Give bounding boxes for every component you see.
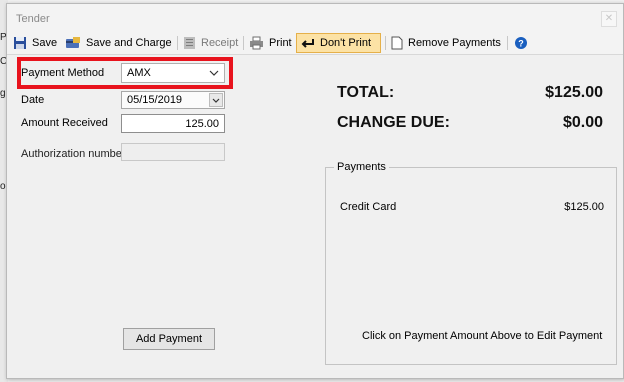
payment-row-amount[interactable]: $125.00 <box>564 201 604 213</box>
receipt-button[interactable]: Receipt <box>183 33 238 53</box>
close-button[interactable]: ✕ <box>601 11 617 27</box>
floppy-disk-icon <box>14 37 26 49</box>
title-bar: Tender ✕ <box>7 4 623 32</box>
edit-payment-hint: Click on Payment Amount Above to Edit Pa… <box>362 330 603 342</box>
document-icon <box>391 36 403 50</box>
date-label: Date <box>21 94 45 106</box>
amount-received-input[interactable]: 125.00 <box>121 114 225 133</box>
credit-card-save-icon <box>66 37 80 48</box>
save-and-charge-button[interactable]: Save and Charge <box>65 33 172 53</box>
toolbar: Save Save and Charge Receipt Print Don't… <box>7 32 623 55</box>
toolbar-separator <box>507 36 508 50</box>
save-button[interactable]: Save <box>13 33 57 53</box>
authorization-number-input[interactable] <box>121 143 225 161</box>
receipt-icon <box>184 37 195 49</box>
print-button[interactable]: Print <box>249 33 292 53</box>
dont-print-button[interactable]: Don't Print <box>296 33 381 53</box>
toolbar-separator <box>177 36 178 50</box>
date-picker[interactable]: 05/15/2019 <box>121 91 225 109</box>
change-due-label: CHANGE DUE: <box>337 114 450 131</box>
date-dropdown-icon[interactable] <box>209 93 223 107</box>
save-and-charge-label: Save and Charge <box>86 37 172 49</box>
payment-row-method: Credit Card <box>340 201 397 213</box>
payments-group-title: Payments <box>334 161 389 173</box>
close-icon: ✕ <box>604 13 614 24</box>
total-value: $125.00 <box>545 84 603 101</box>
payment-method-highlight <box>17 57 233 89</box>
window-title: Tender <box>16 13 50 25</box>
add-payment-button[interactable]: Add Payment <box>123 328 215 350</box>
receipt-label: Receipt <box>201 37 239 49</box>
help-icon: ? <box>515 37 527 49</box>
remove-payments-button[interactable]: Remove Payments <box>391 33 501 53</box>
svg-text:?: ? <box>518 39 524 49</box>
remove-payments-label: Remove Payments <box>408 37 501 49</box>
print-label: Print <box>269 37 292 49</box>
return-arrow-icon <box>301 39 314 48</box>
save-label: Save <box>32 37 58 49</box>
help-button[interactable]: ? <box>514 33 533 53</box>
payment-row[interactable]: Credit Card $125.00 <box>340 199 604 215</box>
toolbar-separator <box>243 36 244 50</box>
amount-received-value: 125.00 <box>185 117 219 130</box>
authorization-number-label: Authorization number <box>21 148 126 160</box>
change-due-value: $0.00 <box>562 114 603 131</box>
tender-dialog: Tender ✕ Save Save and Charge Receipt Pr… <box>6 3 624 379</box>
toolbar-separator <box>385 36 386 50</box>
printer-icon <box>250 36 263 50</box>
total-label: TOTAL: <box>337 84 395 101</box>
payments-group: Payments Credit Card $125.00 Click on Pa… <box>325 161 617 365</box>
dont-print-label: Don't Print <box>320 37 372 49</box>
amount-received-label: Amount Received <box>21 117 108 129</box>
date-value: 05/15/2019 <box>127 94 183 106</box>
